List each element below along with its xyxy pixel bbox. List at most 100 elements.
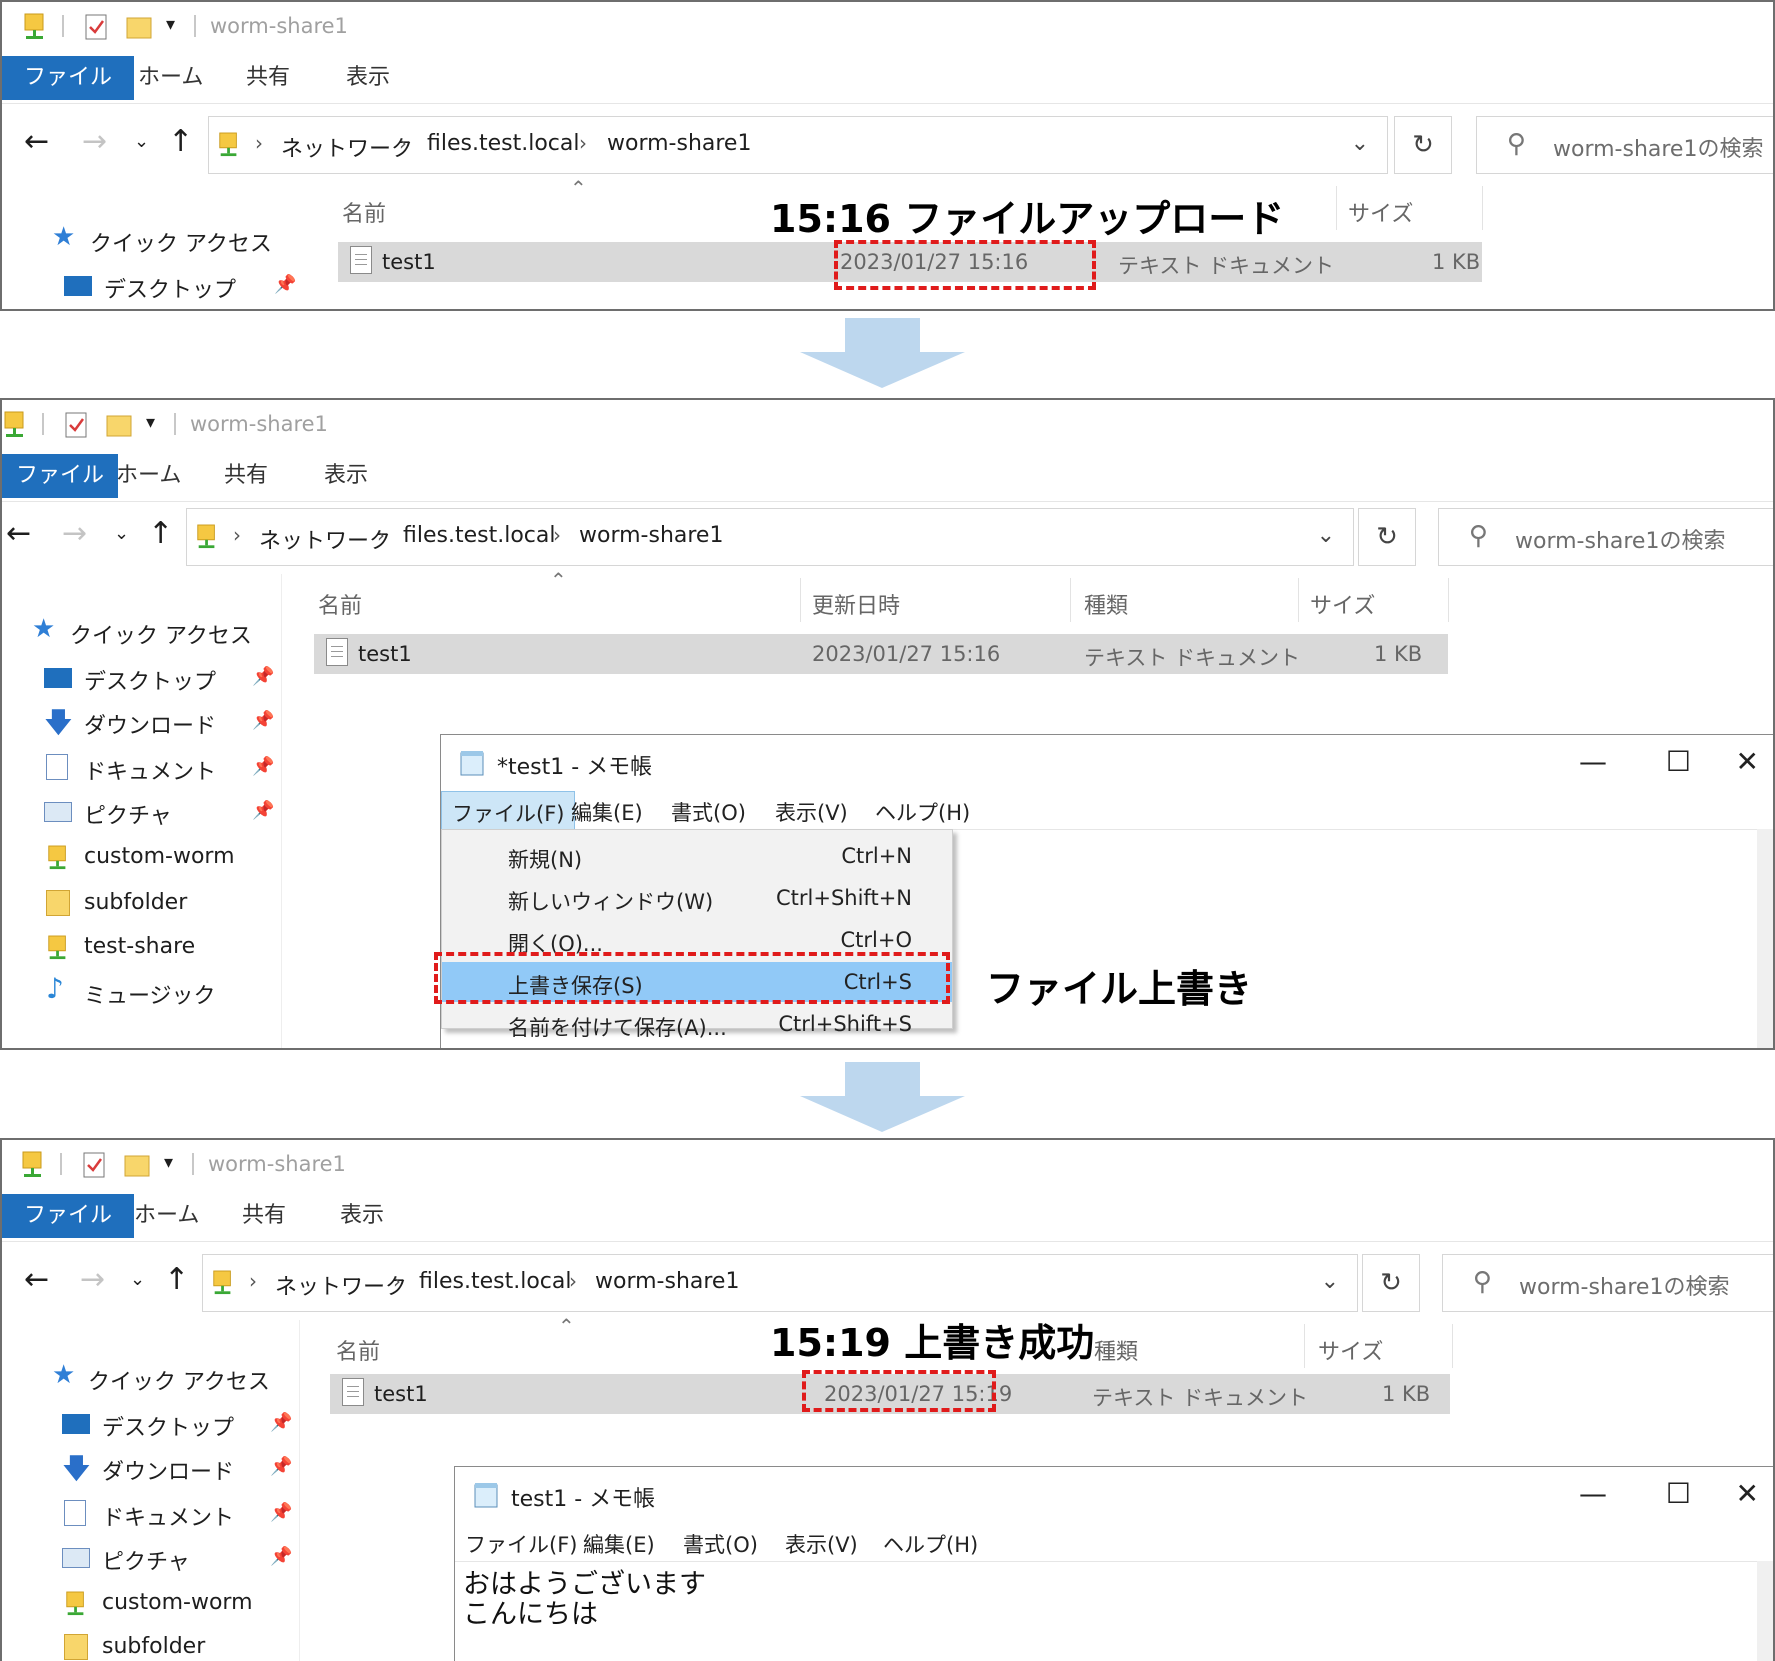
- tab-share[interactable]: 共有: [228, 1194, 300, 1238]
- address-bar[interactable]: › ネットワーク › files.test.local › worm-share…: [202, 1254, 1358, 1312]
- tab-view[interactable]: 表示: [332, 56, 404, 100]
- tab-view[interactable]: 表示: [310, 454, 382, 498]
- up-icon[interactable]: ↑: [164, 1262, 189, 1298]
- breadcrumb-share[interactable]: worm-share1: [595, 1269, 739, 1294]
- menu-item-save-as[interactable]: 名前を付けて保存(A)... Ctrl+Shift+S: [442, 1004, 952, 1044]
- forward-icon[interactable]: →: [62, 516, 87, 552]
- nav-documents[interactable]: ドキュメント 📌: [2, 748, 282, 788]
- menu-format[interactable]: 書式(O): [683, 1529, 758, 1559]
- maximize-icon[interactable]: ☐: [1666, 1477, 1691, 1510]
- menu-item-new[interactable]: 新規(N) Ctrl+N: [442, 836, 952, 876]
- new-folder-icon[interactable]: [126, 12, 152, 42]
- tab-file[interactable]: ファイル: [2, 56, 135, 100]
- tab-share[interactable]: 共有: [232, 56, 304, 100]
- nav-desktop[interactable]: デスクトップ 📌: [2, 1404, 300, 1444]
- breadcrumb-network[interactable]: ネットワーク: [275, 1269, 407, 1301]
- menu-edit[interactable]: 編集(E): [571, 797, 643, 827]
- nav-desktop[interactable]: デスクトップ 📌: [2, 266, 296, 306]
- nav-desktop[interactable]: デスクトップ 📌: [2, 658, 282, 698]
- tab-home[interactable]: ホーム: [102, 454, 195, 498]
- tab-share[interactable]: 共有: [210, 454, 282, 498]
- column-header-type[interactable]: 種類: [1094, 1334, 1138, 1366]
- new-folder-icon[interactable]: [124, 1150, 150, 1180]
- tab-file[interactable]: ファイル: [2, 454, 119, 498]
- customize-toolbar-dropdown[interactable]: ▾: [164, 1152, 173, 1173]
- up-icon[interactable]: ↑: [168, 124, 193, 160]
- column-header-name[interactable]: 名前: [318, 588, 362, 620]
- column-header-size[interactable]: サイズ: [1318, 1334, 1383, 1366]
- refresh-button[interactable]: ↻: [1394, 116, 1452, 174]
- close-icon[interactable]: ✕: [1736, 745, 1759, 778]
- pin-icon[interactable]: 📌: [252, 710, 274, 731]
- menu-help[interactable]: ヘルプ(H): [883, 1529, 978, 1559]
- breadcrumb-share[interactable]: worm-share1: [607, 131, 751, 156]
- menu-format[interactable]: 書式(O): [671, 797, 746, 827]
- vertical-scrollbar[interactable]: [1757, 829, 1773, 1048]
- menu-help[interactable]: ヘルプ(H): [875, 797, 970, 827]
- search-box[interactable]: ⚲ worm-share1の検索: [1442, 1254, 1773, 1312]
- breadcrumb-share[interactable]: worm-share1: [579, 523, 723, 548]
- pin-icon[interactable]: 📌: [252, 756, 274, 777]
- address-dropdown-icon[interactable]: ⌄: [1351, 131, 1369, 156]
- breadcrumb-server[interactable]: files.test.local: [419, 1269, 571, 1294]
- minimize-icon[interactable]: —: [1579, 1477, 1607, 1510]
- address-dropdown-icon[interactable]: ⌄: [1317, 523, 1335, 548]
- pin-icon[interactable]: 📌: [270, 1502, 292, 1523]
- customize-toolbar-dropdown[interactable]: ▾: [146, 412, 155, 433]
- menu-item-new-window[interactable]: 新しいウィンドウ(W) Ctrl+Shift+N: [442, 878, 952, 918]
- tab-home[interactable]: ホーム: [124, 56, 217, 100]
- search-box[interactable]: ⚲ worm-share1の検索: [1476, 116, 1773, 174]
- table-row[interactable]: test1 2023/01/27 15:16 テキスト ドキュメント 1 KB: [314, 634, 1448, 674]
- pin-icon[interactable]: 📌: [270, 1546, 292, 1567]
- breadcrumb-server[interactable]: files.test.local: [427, 131, 579, 156]
- menu-file[interactable]: ファイル(F): [465, 1529, 577, 1559]
- close-icon[interactable]: ✕: [1736, 1477, 1759, 1510]
- breadcrumb-network[interactable]: ネットワーク: [259, 523, 391, 555]
- up-icon[interactable]: ↑: [148, 516, 173, 552]
- column-header-name[interactable]: 名前: [342, 196, 386, 228]
- tab-file[interactable]: ファイル: [2, 1194, 135, 1238]
- pin-icon[interactable]: 📌: [274, 274, 296, 295]
- notepad-text-area[interactable]: おはようございます こんにちは: [455, 1561, 1773, 1661]
- address-bar[interactable]: › ネットワーク › files.test.local › worm-share…: [186, 508, 1354, 566]
- recent-locations-chevron-icon[interactable]: ⌄: [114, 516, 129, 552]
- forward-icon[interactable]: →: [82, 124, 107, 160]
- nav-downloads[interactable]: 🡇 ダウンロード 📌: [2, 1448, 300, 1488]
- pin-icon[interactable]: 📌: [252, 666, 274, 687]
- properties-icon[interactable]: [82, 1150, 108, 1180]
- pin-icon[interactable]: 📌: [270, 1456, 292, 1477]
- back-icon[interactable]: ←: [6, 516, 31, 552]
- recent-locations-chevron-icon[interactable]: ⌄: [134, 124, 149, 160]
- nav-pictures[interactable]: ピクチャ 📌: [2, 1538, 300, 1578]
- back-icon[interactable]: ←: [24, 124, 49, 160]
- pin-icon[interactable]: 📌: [270, 1412, 292, 1433]
- maximize-icon[interactable]: ☐: [1666, 745, 1691, 778]
- search-box[interactable]: ⚲ worm-share1の検索: [1438, 508, 1773, 566]
- address-bar[interactable]: › ネットワーク › files.test.local › worm-share…: [208, 116, 1388, 174]
- new-folder-icon[interactable]: [106, 410, 132, 440]
- column-header-modified[interactable]: 更新日時: [812, 588, 900, 620]
- menu-view[interactable]: 表示(V): [775, 797, 848, 827]
- tab-home[interactable]: ホーム: [120, 1194, 213, 1238]
- properties-icon[interactable]: [64, 410, 90, 440]
- breadcrumb-server[interactable]: files.test.local: [403, 523, 555, 548]
- breadcrumb-network[interactable]: ネットワーク: [281, 131, 413, 163]
- menu-edit[interactable]: 編集(E): [583, 1529, 655, 1559]
- menu-view[interactable]: 表示(V): [785, 1529, 858, 1559]
- tab-view[interactable]: 表示: [326, 1194, 398, 1238]
- column-header-size[interactable]: サイズ: [1310, 588, 1375, 620]
- back-icon[interactable]: ←: [24, 1262, 49, 1298]
- refresh-button[interactable]: ↻: [1358, 508, 1416, 566]
- minimize-icon[interactable]: —: [1579, 745, 1607, 778]
- properties-icon[interactable]: [84, 12, 110, 42]
- vertical-scrollbar[interactable]: [1757, 1561, 1773, 1661]
- nav-downloads[interactable]: 🡇 ダウンロード 📌: [2, 702, 282, 742]
- forward-icon[interactable]: →: [80, 1262, 105, 1298]
- column-header-name[interactable]: 名前: [336, 1334, 380, 1366]
- nav-documents[interactable]: ドキュメント 📌: [2, 1494, 300, 1534]
- refresh-button[interactable]: ↻: [1362, 1254, 1420, 1312]
- column-header-size[interactable]: サイズ: [1348, 196, 1413, 228]
- recent-locations-chevron-icon[interactable]: ⌄: [130, 1262, 145, 1298]
- nav-pictures[interactable]: ピクチャ 📌: [2, 792, 282, 832]
- pin-icon[interactable]: 📌: [252, 800, 274, 821]
